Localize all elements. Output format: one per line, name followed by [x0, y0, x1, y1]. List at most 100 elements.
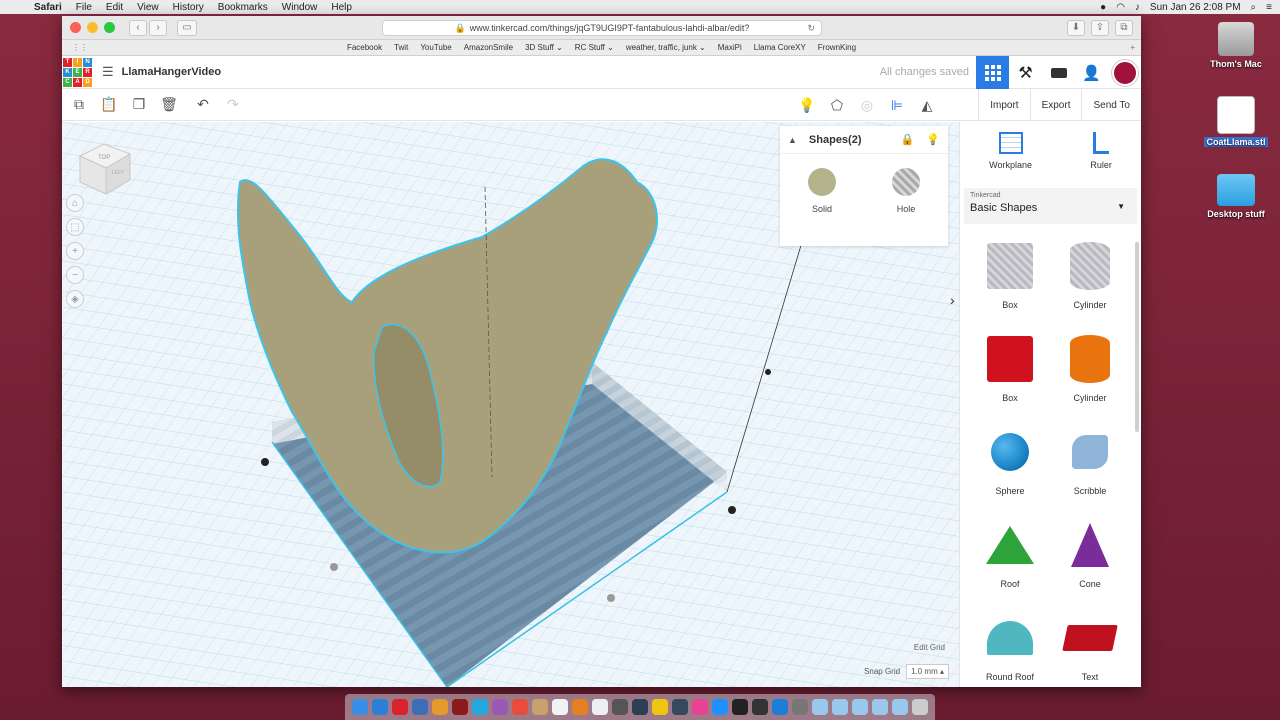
- reload-icon[interactable]: ↻: [807, 23, 815, 34]
- app-icon[interactable]: [632, 699, 648, 715]
- perspective-icon[interactable]: ◈: [66, 290, 84, 308]
- fav-item[interactable]: Facebook: [347, 43, 382, 52]
- group-button[interactable]: ◎: [852, 90, 882, 120]
- shape-box[interactable]: Box: [970, 331, 1050, 424]
- app-icon[interactable]: [592, 699, 608, 715]
- fav-item[interactable]: 3D Stuff ⌄: [525, 43, 563, 52]
- app-icon[interactable]: [532, 699, 548, 715]
- visibility-bulb-icon[interactable]: 💡: [926, 133, 940, 146]
- trash-icon[interactable]: [912, 699, 928, 715]
- menu-window[interactable]: Window: [282, 2, 318, 13]
- fit-view-icon[interactable]: ⬚: [66, 218, 84, 236]
- mirror-button[interactable]: ◭: [912, 90, 942, 120]
- shape-box-hole[interactable]: Box: [970, 238, 1050, 331]
- fav-item[interactable]: Llama CoreXY: [754, 43, 806, 52]
- design-list-icon[interactable]: ☰: [102, 64, 114, 80]
- collapse-inspector-icon[interactable]: ▲: [788, 135, 797, 145]
- menu-app-name[interactable]: Safari: [34, 2, 62, 13]
- downloads-icon[interactable]: ⬇: [1067, 19, 1085, 36]
- folder-icon[interactable]: [832, 699, 848, 715]
- folder-icon[interactable]: [892, 699, 908, 715]
- edit-grid-button[interactable]: Edit Grid: [910, 641, 949, 654]
- export-button[interactable]: Export: [1029, 89, 1082, 121]
- app-icon[interactable]: [572, 699, 588, 715]
- paste-button[interactable]: 📋: [94, 90, 124, 120]
- shape-cone[interactable]: Cone: [1050, 517, 1130, 610]
- menu-list-icon[interactable]: ≡: [1266, 2, 1272, 13]
- import-button[interactable]: Import: [978, 89, 1029, 121]
- new-tab-icon[interactable]: +: [1130, 43, 1135, 52]
- forward-button[interactable]: ›: [149, 19, 167, 36]
- close-window-icon[interactable]: [70, 22, 81, 33]
- app-icon[interactable]: [472, 699, 488, 715]
- menu-help[interactable]: Help: [331, 2, 352, 13]
- collapse-panel-icon[interactable]: ›: [950, 292, 955, 308]
- zoom-in-icon[interactable]: +: [66, 242, 84, 260]
- music-icon[interactable]: [692, 699, 708, 715]
- tabs-icon[interactable]: ⧉: [1115, 19, 1133, 36]
- zoom-out-icon[interactable]: −: [66, 266, 84, 284]
- send-to-button[interactable]: Send To: [1081, 89, 1141, 121]
- preview-icon[interactable]: [412, 699, 428, 715]
- delete-button[interactable]: 🗑: [154, 90, 184, 120]
- redo-button[interactable]: ↷: [218, 90, 248, 120]
- resize-handle[interactable]: [607, 594, 615, 602]
- height-handle[interactable]: [765, 369, 771, 375]
- app-icon[interactable]: [612, 699, 628, 715]
- shape-text[interactable]: Text: [1050, 610, 1130, 687]
- bricks-button[interactable]: [1042, 56, 1075, 89]
- add-user-button[interactable]: 👤: [1075, 56, 1108, 89]
- clock[interactable]: Sun Jan 26 2:08 PM: [1150, 2, 1241, 13]
- fav-item[interactable]: RC Stuff ⌄: [575, 43, 614, 52]
- back-button[interactable]: ‹: [129, 19, 147, 36]
- app-icon[interactable]: [652, 699, 668, 715]
- spotlight-icon[interactable]: ⌕: [1251, 2, 1257, 13]
- workplane-tool[interactable]: Workplane: [989, 132, 1032, 184]
- shape-library-select[interactable]: Tinkercad Basic Shapes ▼: [964, 188, 1137, 224]
- 3d-view-button[interactable]: [976, 56, 1009, 89]
- shape-sphere[interactable]: Sphere: [970, 424, 1050, 517]
- settings-icon[interactable]: [792, 699, 808, 715]
- resize-handle[interactable]: [728, 506, 736, 514]
- safari-icon[interactable]: [372, 699, 388, 715]
- record-icon[interactable]: ●: [1100, 2, 1106, 13]
- app-icon[interactable]: [752, 699, 768, 715]
- wifi-icon[interactable]: ◠: [1116, 2, 1125, 13]
- hole-option[interactable]: Hole: [892, 168, 920, 214]
- undo-button[interactable]: ↶: [188, 90, 218, 120]
- address-bar[interactable]: 🔒 www.tinkercad.com/things/jqGT9UGI9PT-f…: [382, 20, 822, 36]
- menu-edit[interactable]: Edit: [106, 2, 123, 13]
- 3d-workspace[interactable]: TOP LEFT ⌂ ⬚ + − ◈ ▲ Shapes(2) 🔒 💡 Solid…: [62, 122, 959, 687]
- resize-handle[interactable]: [330, 563, 338, 571]
- sidebar-toggle-icon[interactable]: ▭: [177, 19, 197, 36]
- folder-icon[interactable]: [812, 699, 828, 715]
- zoom-window-icon[interactable]: [104, 22, 115, 33]
- fav-item[interactable]: FrownKing: [818, 43, 856, 52]
- desktop-icon-stl[interactable]: CoatLlama.stl: [1201, 96, 1271, 147]
- shape-scribble[interactable]: Scribble: [1050, 424, 1130, 517]
- calendar-icon[interactable]: [552, 699, 568, 715]
- menu-file[interactable]: File: [76, 2, 92, 13]
- shape-cylinder-hole[interactable]: Cylinder: [1050, 238, 1130, 331]
- light-button[interactable]: 💡: [792, 90, 822, 120]
- share-icon[interactable]: ⇪: [1091, 19, 1109, 36]
- resize-handle[interactable]: [261, 458, 269, 466]
- lock-icon[interactable]: 🔒: [901, 133, 915, 146]
- desktop-icon-hd[interactable]: Thom's Mac: [1201, 22, 1271, 69]
- profile-button[interactable]: [1108, 56, 1141, 89]
- fav-item[interactable]: Twit: [394, 43, 408, 52]
- app-icon[interactable]: [492, 699, 508, 715]
- folder-icon[interactable]: [852, 699, 868, 715]
- desktop-icon-folder[interactable]: Desktop stuff: [1201, 174, 1271, 219]
- home-view-icon[interactable]: ⌂: [66, 194, 84, 212]
- app-icon[interactable]: [712, 699, 728, 715]
- app-icon[interactable]: [672, 699, 688, 715]
- shape-round-roof[interactable]: Round Roof: [970, 610, 1050, 687]
- app-icon[interactable]: [452, 699, 468, 715]
- finder-icon[interactable]: [352, 699, 368, 715]
- opera-icon[interactable]: [392, 699, 408, 715]
- tv-icon[interactable]: [732, 699, 748, 715]
- tinkercad-logo[interactable]: T I N K E R C A D: [63, 57, 92, 87]
- fav-item[interactable]: AmazonSmile: [464, 43, 513, 52]
- shape-roof[interactable]: Roof: [970, 517, 1050, 610]
